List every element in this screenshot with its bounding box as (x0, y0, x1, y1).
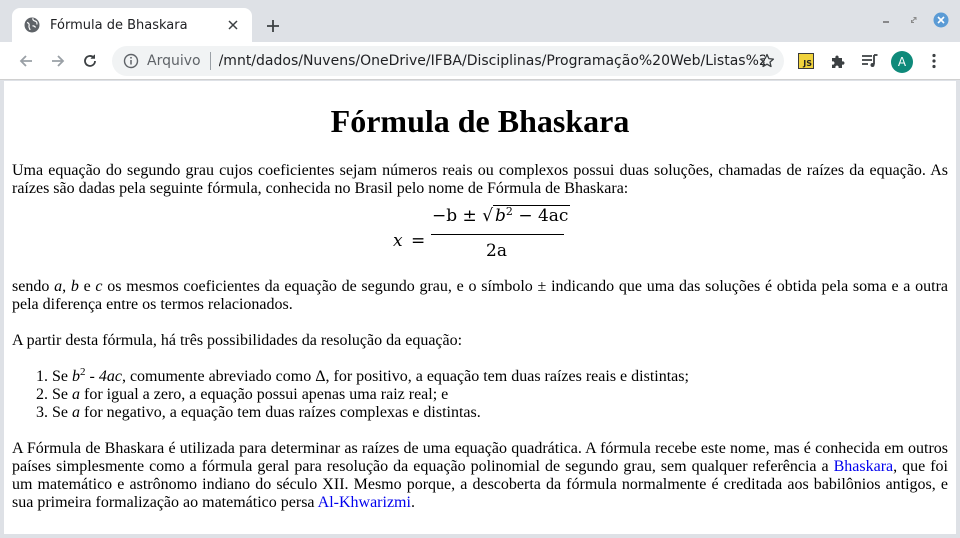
sqrt-sign: √ (482, 206, 494, 226)
fraction-bar (431, 234, 564, 235)
possibilities-list: Se b2 - 4ac, comumente abreviado como Δ,… (12, 367, 948, 422)
var-a: a (54, 278, 63, 295)
item2-a: a (72, 386, 80, 403)
new-tab-button[interactable] (262, 15, 284, 37)
forward-icon[interactable] (46, 49, 70, 73)
tab-close-icon[interactable] (224, 16, 242, 34)
bookmark-star-icon[interactable] (758, 52, 776, 70)
browser-tab[interactable]: Fórmula de Bhaskara (12, 8, 252, 42)
profile-avatar[interactable]: A (891, 51, 913, 73)
p2-text-2: os mesmos coeficientes da equação de seg… (12, 278, 949, 313)
omnibox-divider (209, 52, 211, 70)
menu-kebab-icon[interactable] (922, 49, 946, 73)
var-b: b (70, 278, 79, 295)
page-viewport: Fórmula de Bhaskara Uma equação do segun… (4, 81, 956, 534)
item3-a: a (72, 404, 80, 421)
intro-paragraph: Uma equação do segundo grau cujos coefic… (12, 162, 948, 197)
item3-text: for negativo, a equação tem duas raízes … (80, 404, 481, 421)
radicand-exponent: 2 (505, 205, 513, 218)
formula-lhs: x (393, 231, 403, 251)
js-extension-icon[interactable]: JS (798, 53, 814, 69)
p2-text-1: sendo (12, 278, 55, 295)
bhaskara-link[interactable]: Bhaskara (834, 458, 894, 475)
address-bar[interactable]: Arquivo /mnt/dados/Nuvens/OneDrive/IFBA/… (112, 46, 784, 76)
p4-text-3: . (410, 494, 415, 511)
reload-icon[interactable] (78, 49, 102, 73)
p2-and: e (78, 278, 96, 295)
media-queue-icon[interactable] (858, 49, 882, 73)
numerator-prefix: −b ± (432, 206, 483, 226)
item1-se: Se (52, 368, 72, 385)
item1-expr: - 4ac (85, 368, 122, 385)
maximize-icon[interactable] (906, 12, 922, 28)
formula-equals: = (411, 231, 426, 251)
item1-text: , comumente abreviado como Δ, for positi… (121, 368, 689, 385)
browser-toolbar: Arquivo /mnt/dados/Nuvens/OneDrive/IFBA/… (0, 42, 960, 80)
var-c: c (95, 278, 103, 295)
close-window-icon[interactable] (933, 12, 949, 28)
sqrt-radicand: b2 − 4ac (493, 205, 571, 226)
al-khwarizmi-link[interactable]: Al-Khwarizmi (318, 494, 411, 511)
info-icon[interactable] (122, 52, 140, 70)
radicand-b: b (495, 206, 506, 226)
p2-comma: , (62, 278, 71, 295)
back-icon[interactable] (14, 49, 38, 73)
possibilities-paragraph: A partir desta fórmula, há três possibil… (12, 332, 463, 349)
tab-title: Fórmula de Bhaskara (50, 17, 188, 33)
history-paragraph: A Fórmula de Bhaskara é utilizada para d… (12, 440, 948, 512)
document: Fórmula de Bhaskara Uma equação do segun… (12, 81, 948, 512)
tab-strip: Fórmula de Bhaskara (0, 0, 960, 42)
item2-text: for igual a zero, a equação possui apena… (80, 386, 449, 403)
globe-icon (24, 17, 40, 33)
extensions-puzzle-icon[interactable] (826, 49, 850, 73)
url-text[interactable]: /mnt/dados/Nuvens/OneDrive/IFBA/Discipli… (219, 53, 765, 69)
file-scheme-label: Arquivo (147, 53, 201, 69)
radicand-rest: − 4ac (512, 206, 569, 226)
page-title: Fórmula de Bhaskara (330, 103, 630, 139)
coefficients-paragraph: sendo a, b e c os mesmos coeficientes da… (12, 278, 948, 314)
minimize-icon[interactable] (878, 12, 894, 28)
p4-text-1: A Fórmula de Bhaskara é utilizada para d… (12, 440, 948, 475)
item3-se: Se (52, 404, 72, 421)
formula-numerator: −b ± √ b2 − 4ac (432, 205, 571, 226)
item2-se: Se (52, 386, 72, 403)
formula-denominator: 2a (486, 241, 507, 261)
list-item: Se a for igual a zero, a equação possui … (52, 386, 948, 404)
list-item: Se b2 - 4ac, comumente abreviado como Δ,… (52, 367, 948, 386)
list-item: Se a for negativo, a equação tem duas ra… (52, 404, 948, 422)
bhaskara-formula: x = −b ± √ b2 − 4ac 2a (12, 198, 948, 278)
item1-b: b (72, 368, 80, 385)
